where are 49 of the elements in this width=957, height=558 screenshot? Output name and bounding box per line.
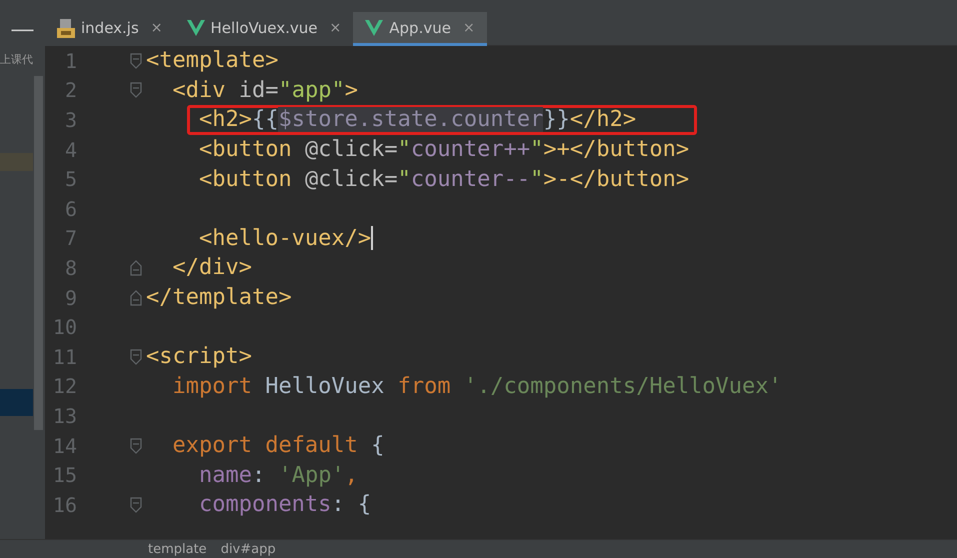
line-number: 7 (64, 226, 77, 250)
line-number: 2 (64, 78, 77, 102)
line-number: 10 (52, 315, 77, 340)
selected-row-highlight (0, 389, 33, 416)
fold-collapse-icon[interactable] (130, 348, 142, 365)
file-tab[interactable]: App.vue × (353, 12, 487, 46)
vue-file-icon (186, 20, 205, 36)
line-number: 3 (64, 108, 77, 132)
code-line: import HelloVuex from './components/HelloVuex' (172, 374, 782, 399)
code-line: </template> (146, 285, 292, 310)
code-line: <button @click="counter--">-</button> (198, 166, 690, 192)
close-icon[interactable]: × (462, 20, 475, 36)
close-icon[interactable]: × (150, 20, 163, 36)
line-number: 5 (64, 167, 77, 192)
code-line: <div id="app"> (172, 78, 358, 103)
code-line: </div> (172, 255, 252, 280)
breadcrumb-item[interactable]: template (148, 542, 207, 556)
line-number: 8 (64, 256, 77, 280)
line-number: 15 (52, 463, 77, 488)
code-line: <hello-vuex/> (198, 226, 372, 251)
line-number: 4 (64, 138, 77, 162)
file-tab[interactable]: HelloVuex.vue × (174, 12, 354, 46)
vue-file-icon (365, 20, 384, 36)
scrollbar-thumb[interactable] (34, 76, 43, 430)
fold-collapse-icon[interactable] (130, 438, 142, 454)
fold-collapse-icon[interactable] (130, 496, 142, 513)
fold-collapse-icon[interactable] (130, 82, 142, 98)
code-line: export default { (172, 433, 384, 458)
line-number: 1 (64, 48, 77, 73)
line-number: 13 (52, 404, 77, 428)
code-line: name: 'App', (198, 462, 358, 488)
code-line: <template> (146, 48, 278, 74)
fold-collapse-icon[interactable] (130, 52, 142, 69)
line-number: 11 (52, 344, 77, 369)
code-line: <script> (146, 344, 252, 370)
fold-end-icon[interactable] (130, 290, 142, 306)
panel-label: 上课代 (0, 52, 34, 67)
close-icon[interactable]: × (330, 20, 342, 36)
breadcrumb-item[interactable]: div#app (220, 542, 276, 556)
code-line: <button @click="counter++">+</button> (198, 137, 690, 162)
line-number: 16 (52, 492, 77, 517)
line-number: 9 (64, 286, 77, 310)
line-number: 6 (64, 196, 77, 221)
fold-end-icon[interactable] (130, 260, 142, 276)
modified-row-highlight (0, 153, 33, 171)
line-number: 12 (52, 374, 77, 398)
code-line: components: { (198, 492, 372, 518)
line-number: 14 (52, 434, 77, 458)
js-file-icon (57, 18, 75, 38)
